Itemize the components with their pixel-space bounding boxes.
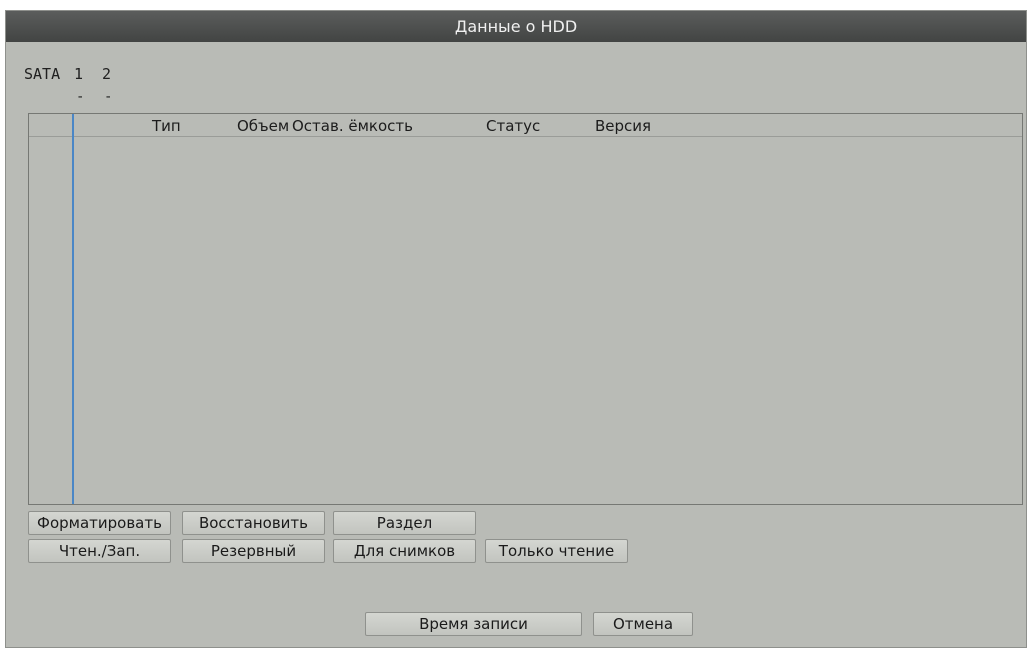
sata-port-2-state: - <box>104 89 113 105</box>
read-write-button[interactable]: Чтен./Зап. <box>28 539 171 563</box>
restore-button[interactable]: Восстановить <box>182 511 325 535</box>
col-status: Статус <box>486 117 541 135</box>
format-button[interactable]: Форматировать <box>28 511 171 535</box>
sata-port-2[interactable]: 2 <box>102 65 111 83</box>
sata-port-1[interactable]: 1 <box>74 65 83 83</box>
snapshots-button[interactable]: Для снимков <box>333 539 476 563</box>
table-header: Тип Объем Остав. ёмкость Статус Версия <box>29 114 1022 137</box>
col-version: Версия <box>595 117 652 135</box>
cancel-button[interactable]: Отмена <box>593 612 693 636</box>
col-volume: Объем <box>237 117 290 135</box>
sata-label: SATA <box>24 65 61 83</box>
table-column-divider <box>72 114 74 504</box>
window-title: Данные о HDD <box>6 11 1026 42</box>
read-only-button[interactable]: Только чтение <box>485 539 628 563</box>
col-remaining: Остав. ёмкость <box>292 117 413 135</box>
record-time-button[interactable]: Время записи <box>365 612 582 636</box>
hdd-info-window: Данные о HDD SATA 1 2 - - Тип Объем Оста… <box>5 10 1027 648</box>
partition-button[interactable]: Раздел <box>333 511 476 535</box>
col-type: Тип <box>152 117 181 135</box>
sata-port-1-state: - <box>76 89 85 105</box>
redundant-button[interactable]: Резервный <box>182 539 325 563</box>
disk-table[interactable]: Тип Объем Остав. ёмкость Статус Версия <box>28 113 1023 505</box>
